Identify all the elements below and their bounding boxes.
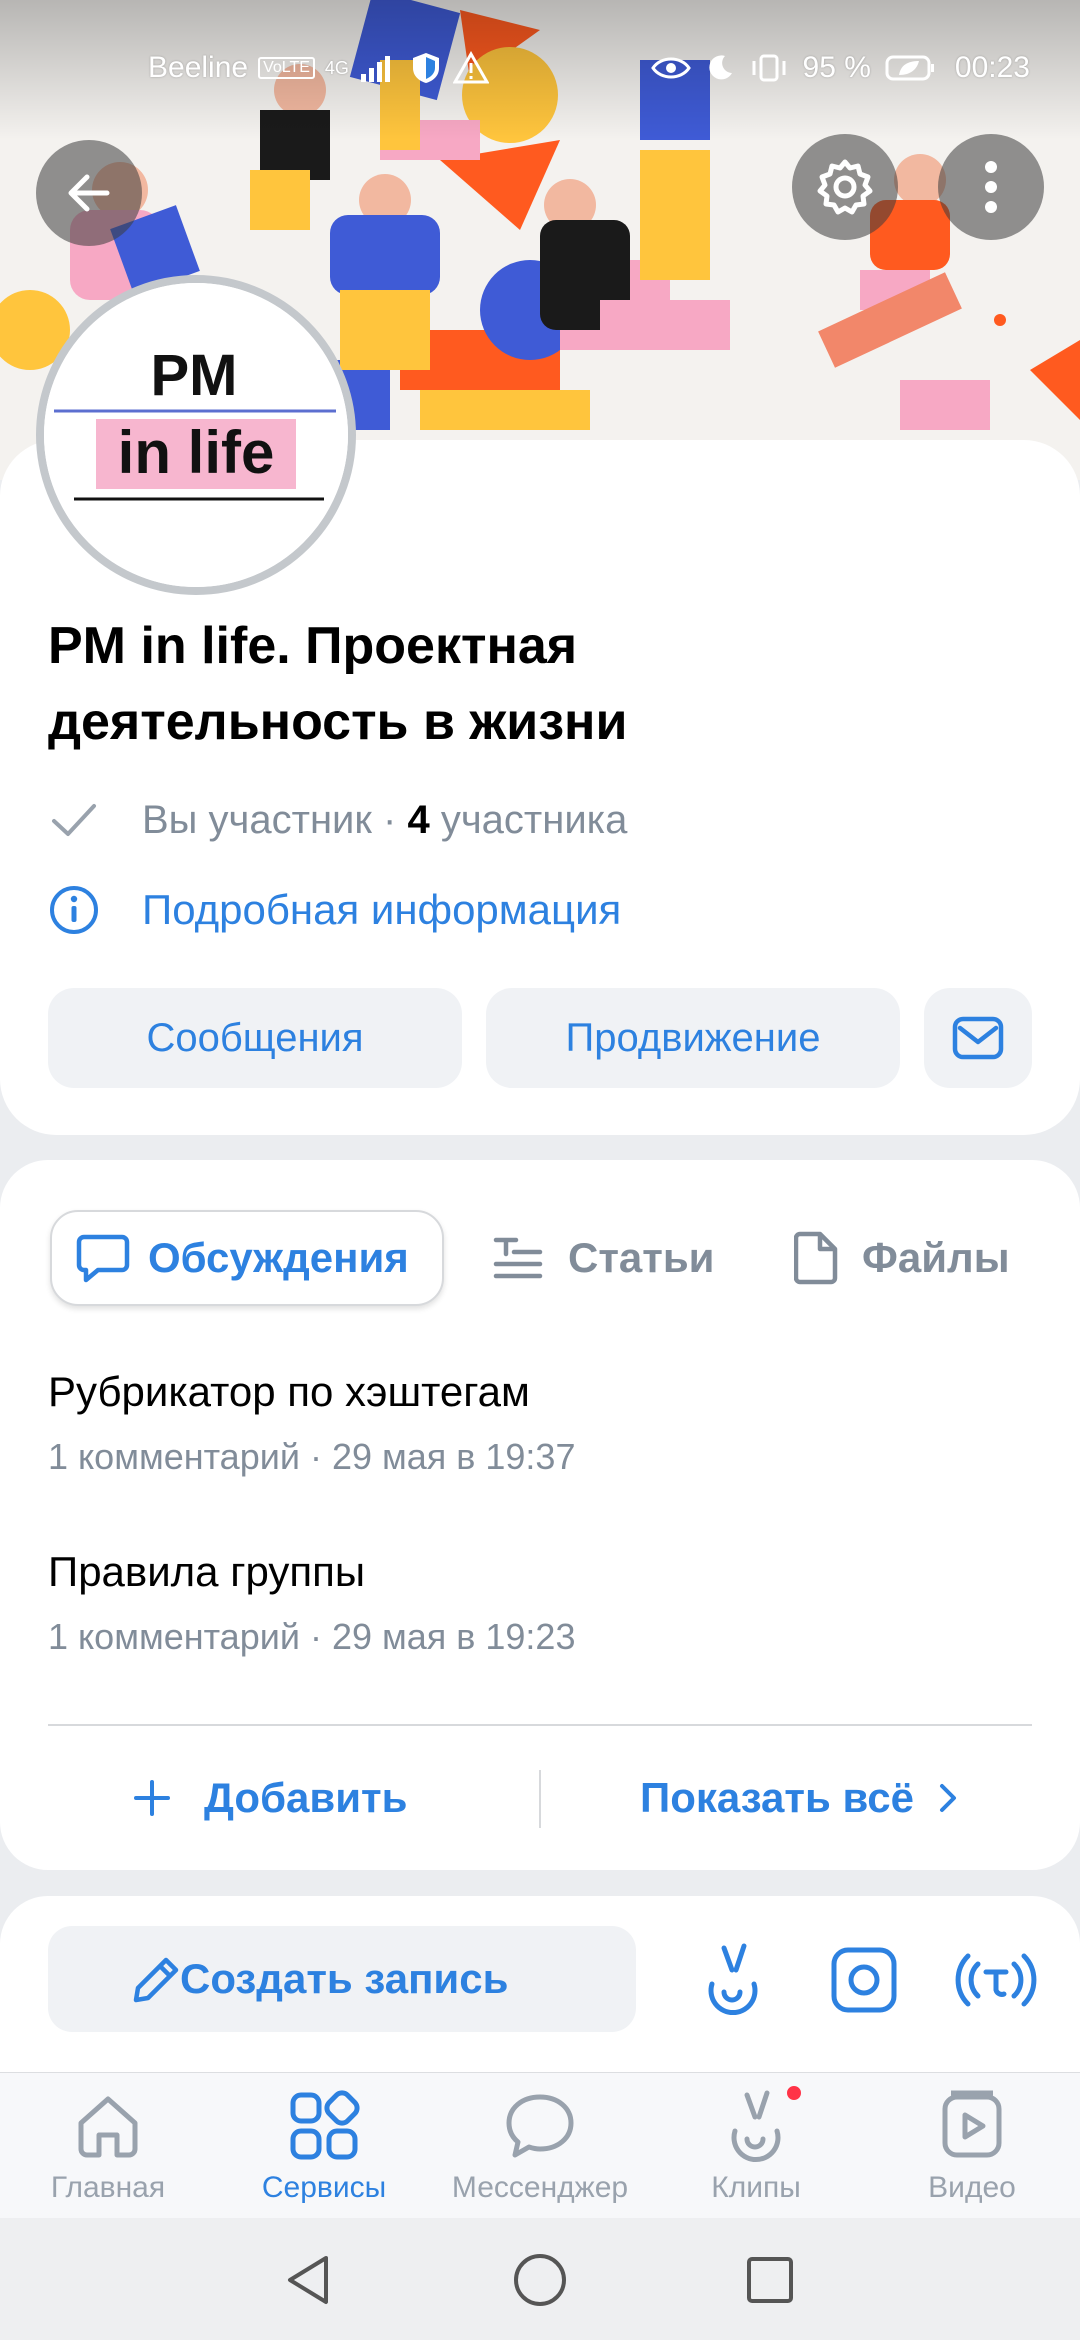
square-recents-icon xyxy=(747,2257,793,2303)
members-label: участника xyxy=(440,797,628,842)
create-post-label: Создать запись xyxy=(180,1955,509,2002)
membership-label: Вы участник xyxy=(142,797,372,842)
story-create-button[interactable] xyxy=(826,1942,902,2018)
show-all-label: Показать всё xyxy=(640,1774,914,1821)
system-back-button[interactable] xyxy=(276,2248,340,2312)
tab-articles[interactable]: Статьи xyxy=(492,1210,714,1306)
battery-icon xyxy=(885,55,934,81)
topic-title: Правила группы xyxy=(48,1548,366,1595)
volte-badge: VoLTE xyxy=(258,57,315,79)
mail-icon xyxy=(952,1016,1004,1060)
show-all-button[interactable]: Показать всё xyxy=(640,1760,960,1836)
avatar-line1: PM xyxy=(151,343,238,408)
promotion-button[interactable]: Продвижение xyxy=(486,988,900,1088)
members-count: 4 xyxy=(407,797,430,842)
back-button[interactable] xyxy=(36,140,142,246)
nav-clips[interactable]: Клипы xyxy=(648,2073,864,2219)
more-vertical-icon xyxy=(985,161,997,213)
avatar-logo: PM in life xyxy=(44,283,348,587)
add-discussion-button[interactable]: Добавить xyxy=(132,1760,407,1836)
divider xyxy=(539,1770,541,1828)
info-row[interactable]: Подробная информация xyxy=(48,884,621,936)
arrow-left-icon xyxy=(68,174,110,212)
signal-icon xyxy=(360,56,390,82)
vibrate-icon xyxy=(752,54,786,82)
nav-video[interactable]: Видео xyxy=(864,2073,1080,2219)
nav-label: Сервисы xyxy=(261,2171,387,2204)
tab-articles-label: Статьи xyxy=(568,1234,715,1281)
membership-status: Вы участник · 4 участника xyxy=(142,798,627,843)
circle-home-icon xyxy=(514,2254,566,2306)
info-icon xyxy=(50,886,98,934)
messages-button[interactable]: Сообщения xyxy=(48,988,462,1088)
discussion-icon xyxy=(76,1234,130,1283)
battery-percent: 95 % xyxy=(802,51,871,84)
clock: 00:23 xyxy=(954,51,1030,84)
notification-dot xyxy=(784,2083,804,2103)
network-label: 4G xyxy=(324,57,349,78)
pencil-icon xyxy=(133,1957,179,2003)
tab-discussions-label: Обсуждения xyxy=(148,1234,409,1281)
membership-separator: · xyxy=(383,797,397,842)
group-title: PM in life. Проектная деятельность в жиз… xyxy=(48,617,628,751)
broadcast-icon xyxy=(955,1953,1037,2007)
mail-button[interactable] xyxy=(924,988,1032,1088)
video-icon xyxy=(942,2090,1002,2158)
topic-meta: 1 комментарий · 29 мая в 19:37 xyxy=(48,1436,576,1477)
clip-create-button[interactable] xyxy=(694,1942,770,2018)
membership-row[interactable]: Вы участник · 4 участника xyxy=(48,794,627,846)
nav-home[interactable]: Главная xyxy=(0,2073,216,2219)
info-link[interactable]: Подробная информация xyxy=(142,886,621,934)
clips-icon xyxy=(731,2090,781,2163)
shield-icon xyxy=(412,53,439,83)
more-button[interactable] xyxy=(938,134,1044,240)
status-bar: Beeline VoLTE 4G 95 % 00:23 xyxy=(0,40,1080,96)
services-icon xyxy=(290,2090,360,2160)
nav-label: Клипы xyxy=(711,2171,801,2204)
warning-icon xyxy=(452,51,489,84)
nav-services[interactable]: Сервисы xyxy=(216,2073,432,2219)
eye-icon xyxy=(650,57,691,79)
clips-icon xyxy=(708,1943,758,2016)
tab-files-label: Файлы xyxy=(862,1234,1010,1281)
tab-files[interactable]: Файлы xyxy=(794,1210,1010,1306)
topic-meta: 1 комментарий · 29 мая в 19:23 xyxy=(48,1616,576,1657)
messenger-icon xyxy=(506,2094,574,2158)
gear-icon xyxy=(817,159,873,215)
nav-label: Видео xyxy=(928,2171,1016,2204)
plus-icon xyxy=(134,1780,170,1816)
divider xyxy=(48,1724,1032,1726)
avatar-line2: in life xyxy=(118,419,275,486)
file-icon xyxy=(794,1231,838,1285)
nav-label: Мессенджер xyxy=(451,2171,629,2204)
check-icon xyxy=(52,804,96,836)
settings-button[interactable] xyxy=(792,134,898,240)
tab-discussions[interactable]: Обсуждения xyxy=(50,1210,444,1306)
articles-icon xyxy=(493,1237,543,1279)
nav-label: Главная xyxy=(50,2171,166,2204)
topic-title: Рубрикатор по хэштегам xyxy=(48,1368,530,1415)
group-avatar[interactable]: PM in life xyxy=(36,275,356,595)
add-label: Добавить xyxy=(204,1774,408,1821)
system-home-button[interactable] xyxy=(508,2248,572,2312)
system-recents-button[interactable] xyxy=(738,2248,802,2312)
carrier-label: Beeline xyxy=(148,51,249,84)
live-stream-button[interactable] xyxy=(954,1942,1038,2018)
nav-messenger[interactable]: Мессенджер xyxy=(432,2073,648,2219)
triangle-back-icon xyxy=(288,2256,328,2304)
moon-icon xyxy=(708,55,732,80)
home-icon xyxy=(78,2096,138,2158)
system-navigation-bar xyxy=(0,2218,1080,2340)
camera-icon xyxy=(831,1947,897,2013)
bottom-navigation: Главная Сервисы Мессенджер Клипы Видео xyxy=(0,2072,1080,2218)
create-post-button[interactable]: Создать запись xyxy=(48,1926,636,2032)
chevron-right-icon xyxy=(939,1784,956,1812)
